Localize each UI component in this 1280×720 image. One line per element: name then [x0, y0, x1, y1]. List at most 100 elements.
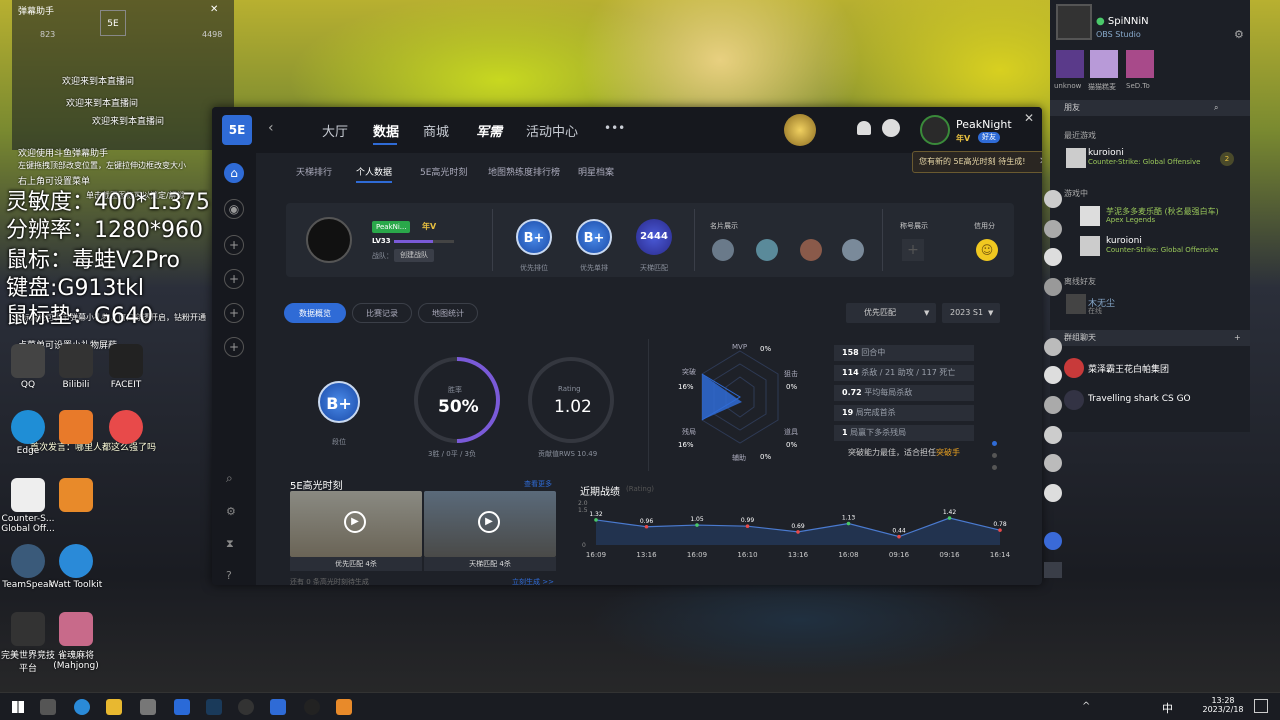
friend-name[interactable]: kuroioni: [1106, 236, 1142, 246]
avatar[interactable]: [1044, 426, 1062, 444]
back-arrow-icon[interactable]: ‹: [268, 120, 274, 136]
create-team-button[interactable]: 创建战队: [394, 249, 434, 262]
avatar[interactable]: [306, 217, 352, 263]
medal-icon[interactable]: [800, 239, 822, 261]
medal-icon[interactable]: [842, 239, 864, 261]
desktop-icon[interactable]: [98, 410, 154, 446]
pager-dot[interactable]: [992, 465, 997, 470]
nav-data[interactable]: 数据: [373, 121, 399, 140]
nav-supply[interactable]: 军需: [476, 121, 502, 140]
avatar[interactable]: [1044, 454, 1062, 472]
add-title-button[interactable]: +: [902, 239, 924, 261]
clock[interactable]: 13:28 2023/2/18: [1198, 696, 1248, 714]
hourglass-icon[interactable]: ⧗: [226, 537, 234, 551]
add-icon[interactable]: +: [224, 235, 244, 255]
tab-highlight[interactable]: 5E高光时刻: [420, 165, 467, 178]
add-icon[interactable]: +: [224, 269, 244, 289]
task-view-icon[interactable]: [40, 699, 56, 715]
group-name[interactable]: 菜泽霸王花白帕集团: [1088, 362, 1169, 375]
game-icon[interactable]: [304, 699, 320, 715]
tab-personal-data[interactable]: 个人数据: [356, 165, 392, 178]
avatar[interactable]: [1044, 220, 1062, 238]
tab-star-archive[interactable]: 明星档案: [578, 165, 614, 178]
medal-icon[interactable]: [756, 239, 778, 261]
avatar[interactable]: [1044, 338, 1062, 356]
more-icon[interactable]: •••: [604, 121, 625, 135]
ime-indicator[interactable]: 中: [1162, 700, 1173, 716]
nav-shop[interactable]: 商城: [423, 121, 449, 140]
pager-dot[interactable]: [992, 441, 997, 446]
add-icon[interactable]: +: [224, 337, 244, 357]
team-icon[interactable]: ◉: [224, 199, 244, 219]
refresh-icon[interactable]: [1044, 532, 1062, 550]
5e-icon[interactable]: [270, 699, 286, 715]
desktop-icon[interactable]: 雀魂麻将 (Mahjong): [48, 612, 104, 671]
event-medal-icon[interactable]: [784, 114, 816, 146]
desktop-icon[interactable]: Watt Toolkit: [48, 544, 104, 590]
mode-select[interactable]: 优先匹配 ▼: [846, 303, 936, 323]
tab-ladder-rank[interactable]: 天梯排行: [296, 165, 332, 178]
avatar[interactable]: [1044, 248, 1062, 266]
desktop-icon[interactable]: [48, 410, 104, 446]
gear-icon[interactable]: ⚙: [1234, 28, 1244, 41]
nav-activity[interactable]: 活动中心: [526, 121, 578, 140]
windows-start-icon[interactable]: [12, 701, 24, 713]
add-icon[interactable]: +: [224, 303, 244, 323]
home-icon[interactable]: ⌂: [224, 163, 244, 183]
pill-map-stats[interactable]: 地图统计: [418, 303, 478, 323]
avatar[interactable]: [920, 115, 950, 145]
notification-icon[interactable]: [1254, 699, 1268, 713]
close-icon[interactable]: ✕: [1039, 152, 1042, 172]
pill-match-history[interactable]: 比赛记录: [352, 303, 412, 323]
pill-data-overview[interactable]: 数据概览: [284, 303, 346, 323]
tray-chevron-icon[interactable]: ^: [1082, 701, 1090, 712]
avatar[interactable]: [1066, 148, 1086, 168]
game-tile[interactable]: [1056, 50, 1084, 78]
season-select[interactable]: 2023 S1 ▼: [942, 303, 1000, 323]
close-icon[interactable]: ✕: [210, 4, 218, 15]
obs-icon[interactable]: [238, 699, 254, 715]
friend-name[interactable]: kuroioni: [1088, 148, 1124, 158]
avatar[interactable]: [1080, 206, 1100, 226]
highlights-more-link[interactable]: 查看更多: [524, 479, 552, 489]
search-icon[interactable]: ⌕: [226, 471, 233, 486]
nav-lobby[interactable]: 大厅: [322, 121, 348, 140]
bell-icon[interactable]: [857, 121, 871, 135]
folder-icon[interactable]: [106, 699, 122, 715]
calculator-icon[interactable]: [140, 699, 156, 715]
play-icon[interactable]: ▶: [344, 511, 366, 533]
avatar[interactable]: [1044, 278, 1062, 296]
avatar[interactable]: [1044, 484, 1062, 502]
avatar[interactable]: [1044, 366, 1062, 384]
game-tile[interactable]: [1126, 50, 1154, 78]
add-icon[interactable]: +: [1234, 330, 1241, 346]
avatar[interactable]: [1066, 294, 1086, 314]
play-icon[interactable]: ▶: [478, 511, 500, 533]
game-tile[interactable]: [1090, 50, 1118, 78]
highlight-thumb[interactable]: ▶: [290, 491, 422, 557]
avatar[interactable]: [1044, 190, 1062, 208]
group-name[interactable]: Travelling shark CS GO: [1088, 394, 1191, 404]
generate-link[interactable]: 立刻生成 >>: [512, 577, 554, 585]
avatar[interactable]: [1044, 396, 1062, 414]
pager-dot[interactable]: [992, 453, 997, 458]
chat-icon[interactable]: [1044, 562, 1062, 578]
avatar[interactable]: [1056, 4, 1092, 40]
lock-icon[interactable]: [882, 119, 900, 137]
search-icon[interactable]: ⌕: [1214, 100, 1218, 116]
help-icon[interactable]: ?: [226, 569, 232, 582]
settings-icon[interactable]: ⚙: [226, 505, 236, 518]
tab-map-rank[interactable]: 地图熟练度排行榜: [488, 165, 560, 178]
section-friends[interactable]: 朋友 ⌕: [1050, 100, 1250, 116]
mail-icon[interactable]: [174, 699, 190, 715]
edge-icon[interactable]: [74, 699, 90, 715]
app-icon[interactable]: [336, 699, 352, 715]
desktop-icon[interactable]: Bilibili: [48, 344, 104, 390]
group-icon[interactable]: [1064, 390, 1084, 410]
close-icon[interactable]: ✕: [1024, 111, 1034, 125]
section-group-chat[interactable]: 群组聊天 +: [1050, 330, 1250, 346]
steam-icon[interactable]: [206, 699, 222, 715]
group-icon[interactable]: [1064, 358, 1084, 378]
desktop-icon[interactable]: [48, 478, 104, 514]
highlight-thumb[interactable]: ▶: [424, 491, 556, 557]
